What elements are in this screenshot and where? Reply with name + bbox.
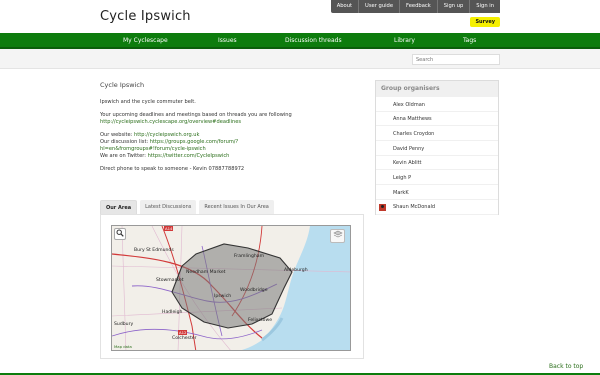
site-header: Cycle Ipswich About User guide Feedback … [0,0,600,33]
layers-icon [332,230,343,238]
main-nav: My Cyclescape Issues Discussion threads … [0,33,600,49]
map-label-needham: Needham Market [186,270,226,275]
group-organisers-panel: Group organisers Alex Oldman Anna Matthe… [375,80,499,215]
site-title[interactable]: Cycle Ipswich [100,9,191,24]
organiser-name: David Penny [393,145,425,152]
map-road-a14: A14 [164,226,174,231]
map-attribution[interactable]: Map data [114,344,132,349]
organiser-name: Shaun McDonald [393,204,436,211]
map-label-ipswich: Ipswich [214,294,232,299]
nav-issues[interactable]: Issues [218,37,237,44]
organiser-name: Kevin Ablitt [393,160,422,167]
map-road-a12: A12 [178,330,188,335]
organiser-item[interactable]: MarkK [376,185,498,200]
links-paragraph: Our website: http://cycleipswich.org.uk … [100,132,365,161]
map-label-hadleigh: Hadleigh [162,310,183,315]
organiser-item[interactable]: Shaun McDonald [376,200,498,215]
organiser-item[interactable]: Alex Oldman [376,97,498,112]
map-label-woodbridge: Woodbridge [240,288,268,293]
back-to-top-link[interactable]: Back to top [549,363,583,370]
feedback-link[interactable]: Feedback [399,0,437,13]
organiser-item[interactable]: David Penny [376,141,498,156]
tab-our-area[interactable]: Our Area [100,200,138,214]
discussion-link-part2[interactable]: hl=en&fromgroups#!forum/cycle-ipswich [100,146,206,152]
map-label-stowmarket: Stowmarket [156,278,184,283]
organiser-name: Leigh P [393,174,412,181]
page-title: Cycle Ipswich [100,81,145,89]
discussion-link-part1[interactable]: https://groups.google.com/forum/? [150,139,238,145]
search-icon [116,229,124,237]
map-label-felixstowe: Felixstowe [248,318,273,323]
nav-my-cyclescape[interactable]: My Cyclescape [123,37,168,44]
website-link[interactable]: http://cycleipswich.org.uk [134,132,199,138]
sidebar-title: Group organisers [376,81,498,97]
area-map[interactable]: Bury St Edmunds Stowmarket Needham Marke… [111,225,351,351]
about-link[interactable]: About [331,0,358,13]
map-layers-button[interactable] [330,229,345,243]
organiser-name: MarkK [393,189,409,196]
search-bar [0,49,600,69]
nav-library[interactable]: Library [394,37,415,44]
map-label-framlingham: Framlingham [234,254,265,259]
organiser-name: Charles Croydon [393,130,435,137]
deadlines-text: Your upcoming deadlines and meetings bas… [100,111,292,118]
website-label: Our website: [100,131,133,138]
map-label-colchester: Colchester [172,336,197,341]
sign-up-link[interactable]: Sign up [436,0,470,13]
organiser-name: Anna Matthews [393,116,432,123]
search-input[interactable] [412,54,500,65]
twitter-label: We are on Twitter: [100,153,147,160]
nav-tags[interactable]: Tags [463,37,476,44]
area-tabs: Our Area Latest Discussions Recent Issue… [100,200,277,214]
organiser-item[interactable]: Anna Matthews [376,112,498,127]
map-canvas [112,226,350,350]
sign-in-link[interactable]: Sign in [469,0,500,13]
group-description: Cycle Ipswich Ipswich and the cycle comm… [100,81,365,179]
survey-button[interactable]: Survey [470,17,500,27]
map-label-bury: Bury St Edmunds [134,248,174,253]
user-guide-link[interactable]: User guide [358,0,399,13]
organiser-item[interactable]: Kevin Ablitt [376,156,498,171]
map-zoom-button[interactable] [114,228,126,240]
map-label-aldeburgh: Aldeburgh [284,268,308,273]
deadlines-paragraph: Your upcoming deadlines and meetings bas… [100,112,365,126]
intro-text: Ipswich and the cycle commuter belt. [100,99,196,106]
tab-latest-discussions[interactable]: Latest Discussions [140,200,197,214]
phone-text: Direct phone to speak to someone - Kevin… [100,166,245,173]
map-label-sudbury: Sudbury [114,322,134,327]
organiser-item[interactable]: Charles Croydon [376,126,498,142]
nav-discussion-threads[interactable]: Discussion threads [285,37,342,44]
organiser-item[interactable]: Leigh P [376,170,498,186]
organiser-name: Alex Oldman [393,101,425,108]
avatar [379,203,386,211]
deadlines-link[interactable]: http://cycleipswich.cyclescape.org/overv… [100,119,241,125]
twitter-link[interactable]: https://twitter.com/CycleIpswich [148,153,230,159]
discussion-label: Our discussion list: [100,139,149,146]
tab-recent-issues[interactable]: Recent Issues In Our Area [199,200,274,214]
utility-nav: About User guide Feedback Sign up Sign i… [330,0,500,13]
